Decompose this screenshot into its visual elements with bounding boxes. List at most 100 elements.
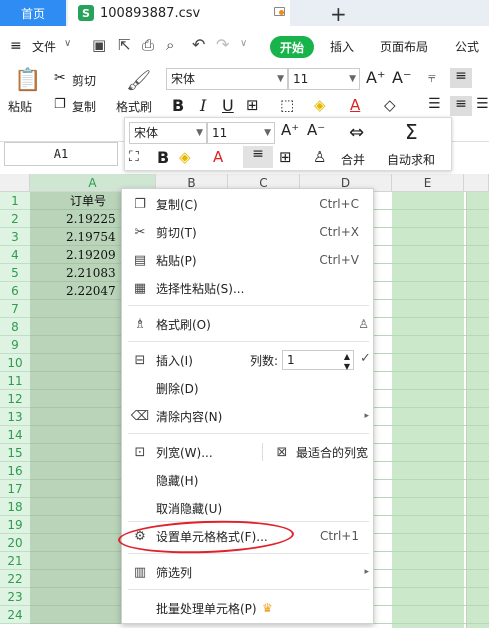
undo-icon[interactable]: ↶ <box>192 35 205 54</box>
row-header[interactable]: 11 <box>0 372 30 390</box>
cell-a[interactable] <box>30 300 122 318</box>
cell-a[interactable]: 2.22047 <box>30 282 122 300</box>
cell-a[interactable] <box>30 444 122 462</box>
row-header[interactable]: 24 <box>0 606 30 624</box>
cell-a[interactable] <box>30 426 122 444</box>
bold-icon[interactable]: B <box>172 96 184 115</box>
column-header-f[interactable] <box>464 174 489 192</box>
menu-item-batch[interactable]: 批量处理单元格(P) ♛ <box>122 597 375 619</box>
menu-item-filter[interactable]: ▥ 筛选列 ▸ <box>122 561 375 583</box>
font-color-icon[interactable]: A <box>213 148 223 166</box>
menu-insert[interactable]: 插入 <box>330 38 354 55</box>
font-color-icon[interactable]: A <box>350 96 360 114</box>
align-top-icon[interactable]: ⫧ <box>428 70 436 86</box>
tab-home[interactable]: 首页 <box>0 0 66 26</box>
fill-color-icon[interactable]: ◈ <box>314 96 326 114</box>
cell-a[interactable] <box>30 462 122 480</box>
font-grow-icon[interactable]: A⁺ <box>366 68 385 87</box>
menu-item-copy[interactable]: ❐ 复制(C) Ctrl+C <box>122 193 375 215</box>
scissors-icon[interactable]: ✂ <box>54 70 66 86</box>
row-header[interactable]: 20 <box>0 534 30 552</box>
cell-a[interactable] <box>30 372 122 390</box>
column-f-cells[interactable] <box>466 192 489 628</box>
sigma-icon[interactable]: Σ <box>405 120 418 144</box>
hamburger-icon[interactable]: ≡ <box>10 38 22 54</box>
font-combo[interactable]: 宋体 ▼ <box>166 68 288 90</box>
format-painter-icon[interactable]: 🖌 <box>126 68 151 92</box>
cell-a[interactable] <box>30 354 122 372</box>
row-header[interactable]: 3 <box>0 228 30 246</box>
cell-a[interactable]: 订单号 <box>30 192 122 210</box>
row-header[interactable]: 8 <box>0 318 30 336</box>
cell-a[interactable]: 2.19225 <box>30 210 122 228</box>
clear-format-icon[interactable]: ♙ <box>313 148 326 166</box>
cell-a[interactable] <box>30 336 122 354</box>
align-left-icon[interactable]: ☰ <box>428 96 441 112</box>
menu-file[interactable]: 文件 <box>32 38 56 55</box>
menu-item-unhide[interactable]: 取消隐藏(U) <box>122 497 375 519</box>
cell-a[interactable] <box>30 606 122 624</box>
row-header[interactable]: 2 <box>0 210 30 228</box>
columns-count-input[interactable]: 1 ▲ ▼ <box>282 350 354 371</box>
row-header[interactable]: 18 <box>0 498 30 516</box>
format-painter-pin-icon[interactable]: ♙ <box>358 317 369 331</box>
cell-a[interactable] <box>30 588 122 606</box>
preview-icon[interactable]: ⌕ <box>166 36 174 54</box>
tab-file[interactable]: S 100893887.csv <box>68 0 290 26</box>
name-box[interactable]: A1 <box>4 142 118 166</box>
column-header-e[interactable]: E <box>392 174 464 192</box>
border-icon[interactable]: ⊞ <box>279 148 292 166</box>
export-icon[interactable]: ⇱ <box>118 36 131 54</box>
cell-a[interactable] <box>30 408 122 426</box>
menu-item-paste-special[interactable]: ▦ 选择性粘贴(S)... <box>122 277 375 299</box>
menu-formula[interactable]: 公式 <box>455 38 479 55</box>
menu-item-format-painter[interactable]: ♗ 格式刷(O) ♙ <box>122 313 375 335</box>
row-header[interactable]: 22 <box>0 570 30 588</box>
row-header[interactable]: 1 <box>0 192 30 210</box>
redo-icon[interactable]: ↷ <box>216 35 229 54</box>
merge-label[interactable]: 合并 <box>341 151 365 168</box>
align-middle-icon[interactable]: ≡ <box>450 68 472 88</box>
mini-font-combo[interactable]: 宋体 ▼ <box>129 122 207 144</box>
menu-item-hide[interactable]: 隐藏(H) <box>122 469 375 491</box>
cell-a[interactable]: 2.21083 <box>30 264 122 282</box>
italic-icon[interactable]: I <box>200 96 206 115</box>
paste-label[interactable]: 粘贴 <box>8 98 32 115</box>
row-header[interactable]: 4 <box>0 246 30 264</box>
row-header[interactable]: 13 <box>0 408 30 426</box>
mini-size-combo[interactable]: 11 ▼ <box>207 122 275 144</box>
cell-a[interactable] <box>30 480 122 498</box>
cell-a[interactable]: 2.19209 <box>30 246 122 264</box>
chevron-down-icon[interactable]: ∨ <box>64 38 71 49</box>
row-header[interactable]: 17 <box>0 480 30 498</box>
row-header[interactable]: 16 <box>0 462 30 480</box>
copy-icon[interactable]: ❐ <box>54 97 66 112</box>
cell-a[interactable] <box>30 318 122 336</box>
menu-item-delete[interactable]: 删除(D) <box>122 377 375 399</box>
row-header[interactable]: 7 <box>0 300 30 318</box>
underline-icon[interactable]: U <box>222 96 234 115</box>
select-all-corner[interactable] <box>0 174 30 192</box>
row-header[interactable]: 23 <box>0 588 30 606</box>
cell-a[interactable] <box>30 570 122 588</box>
column-e-cells[interactable] <box>392 192 464 628</box>
cell-a[interactable] <box>30 516 122 534</box>
copy-label[interactable]: 复制 <box>72 98 96 115</box>
format-painter-icon[interactable]: ⛶ <box>129 149 139 165</box>
row-header[interactable]: 21 <box>0 552 30 570</box>
row-header[interactable]: 10 <box>0 354 30 372</box>
font-shrink-icon[interactable]: A⁻ <box>307 121 325 139</box>
row-header[interactable]: 9 <box>0 336 30 354</box>
row-header[interactable]: 14 <box>0 426 30 444</box>
row-header[interactable]: 6 <box>0 282 30 300</box>
row-header[interactable]: 5 <box>0 264 30 282</box>
cell-a[interactable]: 2.19754 <box>30 228 122 246</box>
menu-start[interactable]: 开始 <box>270 36 314 58</box>
menu-item-clear[interactable]: ⌫ 清除内容(N) ▸ <box>122 405 375 427</box>
cut-label[interactable]: 剪切 <box>72 72 96 89</box>
menu-item-paste[interactable]: ▤ 粘贴(P) Ctrl+V <box>122 249 375 271</box>
save-icon[interactable]: ▣ <box>92 36 106 54</box>
bold-icon[interactable]: B <box>157 148 169 167</box>
paste-icon[interactable]: 📋 <box>14 68 41 93</box>
font-shrink-icon[interactable]: A⁻ <box>392 68 411 87</box>
